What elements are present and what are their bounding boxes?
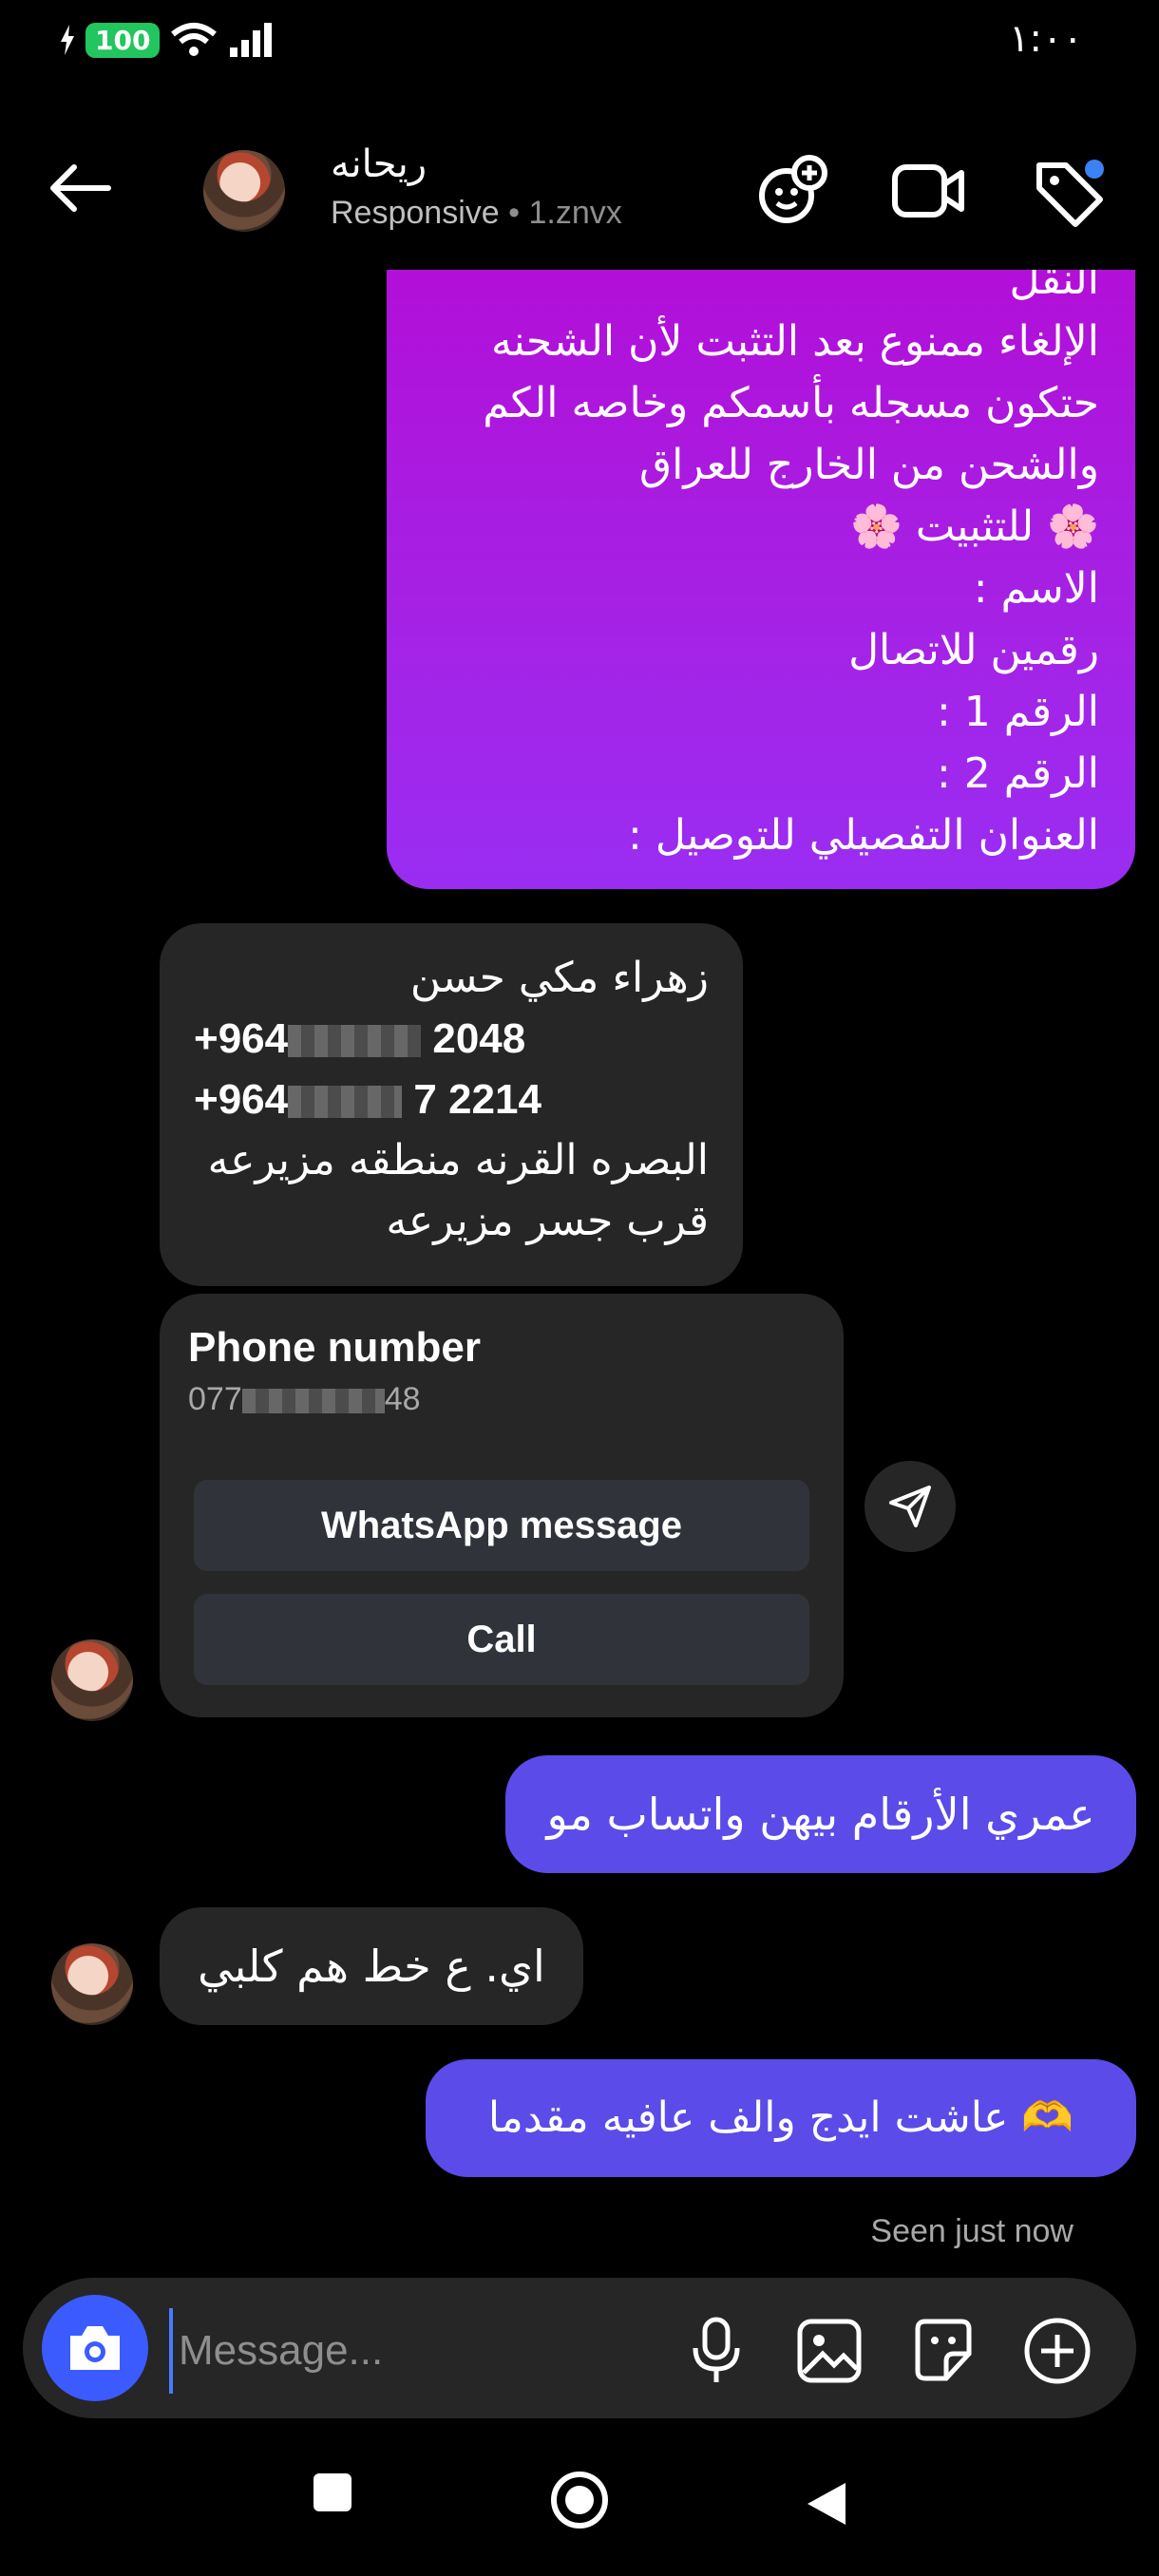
- sticker-icon[interactable]: [908, 2316, 977, 2384]
- message-line: الاسم :: [973, 564, 1099, 613]
- message-line: الإلغاء ممنوع بعد التثبت لأن الشحنه: [490, 317, 1099, 366]
- whatsapp-message-button[interactable]: WhatsApp message: [194, 1480, 809, 1571]
- tag-icon[interactable]: [1032, 154, 1108, 230]
- contact-avatar[interactable]: [203, 150, 285, 232]
- video-call-icon[interactable]: [891, 160, 967, 222]
- incoming-message[interactable]: اي. ع خط هم كلبي: [160, 1907, 583, 2025]
- outgoing-message-info[interactable]: النقل الإلغاء ممنوع بعد التثبت لأن الشحن…: [387, 270, 1135, 889]
- wifi-icon: [171, 23, 218, 56]
- camera-button[interactable]: [42, 2295, 148, 2401]
- add-icon[interactable]: [1022, 2316, 1092, 2386]
- message-line: الرقم 2 :: [936, 749, 1099, 798]
- send-icon: [889, 1486, 931, 1527]
- message-line: رقمين للاتصال: [848, 626, 1099, 674]
- message-line: حتكون مسجله بأسمكم وخاصه الكم: [483, 379, 1099, 427]
- message-line: النقل: [1009, 270, 1100, 304]
- message-line: 🌸 للتثبيت 🌸: [850, 502, 1099, 551]
- status-bar-left: 100: [59, 21, 276, 59]
- phone-number-card[interactable]: Phone number 077 48 WhatsApp message Call: [160, 1294, 844, 1717]
- message-input[interactable]: [169, 2308, 674, 2394]
- responsive-status: Responsive: [331, 195, 500, 231]
- status-time: ١:٠٠: [1009, 17, 1083, 61]
- charging-icon: [61, 25, 74, 55]
- phone-card-title: Phone number: [188, 1324, 482, 1371]
- share-button[interactable]: [864, 1461, 956, 1552]
- signal-icon: [230, 23, 273, 57]
- address-line-2: قرب جسر مزيرعه: [386, 1197, 709, 1245]
- contact-name[interactable]: ريحانه: [331, 142, 427, 186]
- recents-nav-icon[interactable]: [310, 2470, 355, 2515]
- home-nav-icon[interactable]: [549, 2470, 610, 2530]
- recipient-name: زهراء مكي حسن: [409, 954, 709, 1002]
- message-line: والشحن من الخارج للعراق: [639, 441, 1099, 489]
- phone-line-1: +964 2048: [194, 1015, 526, 1062]
- phone-card-number: 077 48: [188, 1381, 421, 1417]
- add-effects-icon[interactable]: [754, 154, 830, 230]
- seen-indicator: Seen just now: [870, 2213, 1074, 2249]
- sender-avatar[interactable]: [51, 1639, 133, 1721]
- address-line-1: البصره القرنه منطقه مزيرعه: [207, 1136, 709, 1184]
- message-line: العنوان التفصيلي للتوصيل :: [628, 811, 1099, 860]
- contact-username: 1.znvx: [528, 195, 622, 231]
- incoming-message-address[interactable]: زهراء مكي حسن +964 2048 +964 7 2214 البص…: [160, 923, 743, 1286]
- subtitle-separator: •: [508, 195, 521, 231]
- sender-avatar[interactable]: [51, 1943, 133, 2025]
- contact-subtitle: Responsive • 1.znvx: [331, 195, 622, 232]
- call-button[interactable]: Call: [194, 1594, 809, 1685]
- gallery-icon[interactable]: [796, 2318, 863, 2384]
- outgoing-message[interactable]: عمري الأرقام بيهن واتساب مو: [505, 1755, 1136, 1873]
- camera-icon: [70, 2326, 120, 2370]
- microphone-icon[interactable]: [686, 2316, 747, 2386]
- back-nav-icon[interactable]: [804, 2479, 849, 2529]
- phone-line-2: +964 7 2214: [194, 1076, 542, 1123]
- outgoing-message[interactable]: 🫶 عاشت ايدج والف عافيه مقدما: [426, 2059, 1136, 2177]
- battery-indicator: 100: [86, 22, 161, 58]
- back-arrow-icon[interactable]: [46, 160, 114, 217]
- message-line: الرقم 1 :: [936, 688, 1099, 736]
